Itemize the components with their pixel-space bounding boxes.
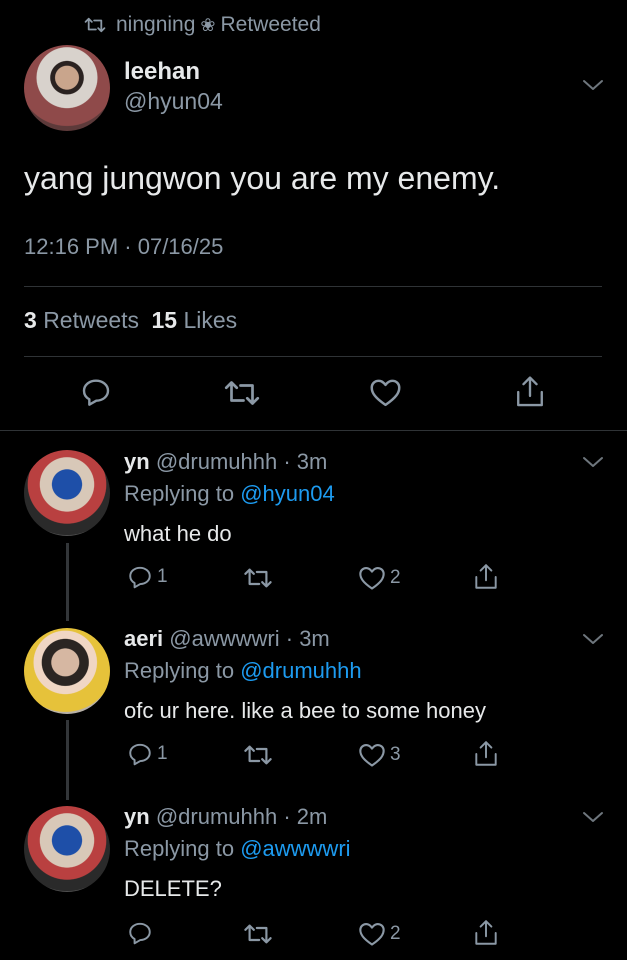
tweet-timestamp: 12:16 PM · 07/16/25 xyxy=(24,234,224,259)
retweeter-name[interactable]: ningning xyxy=(116,13,195,37)
like-icon[interactable] xyxy=(369,377,402,413)
reply-header: aeri @awwwwri · 3m xyxy=(124,626,330,652)
reply-display-name[interactable]: yn xyxy=(124,449,150,474)
reply-button[interactable]: 1 xyxy=(127,741,168,767)
replying-to-handle[interactable]: @hyun04 xyxy=(240,481,335,506)
retweeted-label: Retweeted xyxy=(220,13,321,36)
reply-handle[interactable]: @awwwwri xyxy=(169,626,279,651)
replying-to-line: Replying to @drumuhhh xyxy=(124,658,362,684)
share-button[interactable] xyxy=(473,919,499,947)
retweets-label[interactable]: Retweets xyxy=(43,307,139,333)
retweet-icon xyxy=(84,16,106,34)
share-icon xyxy=(475,741,497,766)
tweet-options-chevron-icon[interactable] xyxy=(582,78,604,97)
reply-avatar[interactable] xyxy=(24,628,110,714)
reply-button[interactable]: 1 xyxy=(127,564,168,590)
flower-glyph: ❀ xyxy=(200,14,216,35)
like-count: 2 xyxy=(390,567,401,588)
replying-to-handle[interactable]: @awwwwri xyxy=(240,836,350,861)
author-handle[interactable]: @hyun04 xyxy=(124,88,223,115)
share-button[interactable] xyxy=(473,740,499,768)
reply-text: DELETE? xyxy=(124,876,222,901)
retweet-icon xyxy=(244,745,272,765)
replying-to-prefix: Replying to xyxy=(124,481,235,506)
reply-icon xyxy=(129,743,151,766)
share-icon xyxy=(475,920,497,945)
retweets-count[interactable]: 3 xyxy=(24,307,37,333)
divider xyxy=(24,286,602,287)
divider xyxy=(24,356,602,357)
retweet-button[interactable] xyxy=(243,743,273,767)
reply-icon[interactable] xyxy=(80,376,112,413)
reply-options-chevron-icon[interactable] xyxy=(582,810,604,829)
tweet-text: yang jungwon you are my enemy. xyxy=(24,160,501,196)
replying-to-prefix: Replying to xyxy=(124,836,235,861)
thread-line xyxy=(66,543,69,621)
retweet-icon[interactable] xyxy=(224,378,260,413)
like-icon xyxy=(359,567,385,590)
reply-text: ofc ur here. like a bee to some honey xyxy=(124,698,486,723)
reply-avatar[interactable] xyxy=(24,450,110,536)
share-icon[interactable] xyxy=(514,375,546,414)
replying-to-line: Replying to @hyun04 xyxy=(124,481,335,507)
like-count: 2 xyxy=(390,923,401,944)
replying-to-line: Replying to @awwwwri xyxy=(124,836,351,862)
avatar[interactable] xyxy=(24,45,110,131)
reply-options-chevron-icon[interactable] xyxy=(582,455,604,474)
replying-to-prefix: Replying to xyxy=(124,658,235,683)
retweet-icon xyxy=(244,924,272,944)
retweet-header: ningning ❀ Retweeted xyxy=(84,10,321,40)
reply-icon xyxy=(129,566,151,589)
reply-text: what he do xyxy=(124,521,232,546)
retweet-button[interactable] xyxy=(243,566,273,590)
like-icon xyxy=(359,744,385,767)
thread-line xyxy=(66,720,69,800)
reply-display-name[interactable]: aeri xyxy=(124,626,163,651)
reply-time: · 3m xyxy=(283,449,328,474)
like-button[interactable]: 3 xyxy=(358,742,401,768)
likes-count[interactable]: 15 xyxy=(151,307,177,333)
reply-options-chevron-icon[interactable] xyxy=(582,632,604,651)
reply-count: 1 xyxy=(157,743,168,764)
reply-button[interactable] xyxy=(127,920,157,946)
reply-header: yn @drumuhhh · 2m xyxy=(124,804,327,830)
reply-display-name[interactable]: yn xyxy=(124,804,150,829)
like-button[interactable]: 2 xyxy=(358,921,401,947)
replying-to-handle[interactable]: @drumuhhh xyxy=(240,658,361,683)
like-count: 3 xyxy=(390,744,401,765)
likes-label[interactable]: Likes xyxy=(183,307,237,333)
reply-time: · 3m xyxy=(285,626,330,651)
reply-handle[interactable]: @drumuhhh xyxy=(156,804,277,829)
like-button[interactable]: 2 xyxy=(358,565,401,591)
share-button[interactable] xyxy=(473,563,499,591)
engagement-counts: 3 Retweets 15 Likes xyxy=(24,307,237,334)
reply-handle[interactable]: @drumuhhh xyxy=(156,449,277,474)
reply-avatar[interactable] xyxy=(24,806,110,892)
reply-header: yn @drumuhhh · 3m xyxy=(124,449,327,475)
reply-count: 1 xyxy=(157,566,168,587)
retweet-icon xyxy=(244,568,272,588)
reply-time: · 2m xyxy=(283,804,328,829)
share-icon xyxy=(475,564,497,589)
reply-icon xyxy=(129,922,151,945)
divider xyxy=(0,430,627,431)
author-display-name[interactable]: leehan xyxy=(124,58,200,86)
retweet-button[interactable] xyxy=(243,922,273,946)
like-icon xyxy=(359,923,385,946)
